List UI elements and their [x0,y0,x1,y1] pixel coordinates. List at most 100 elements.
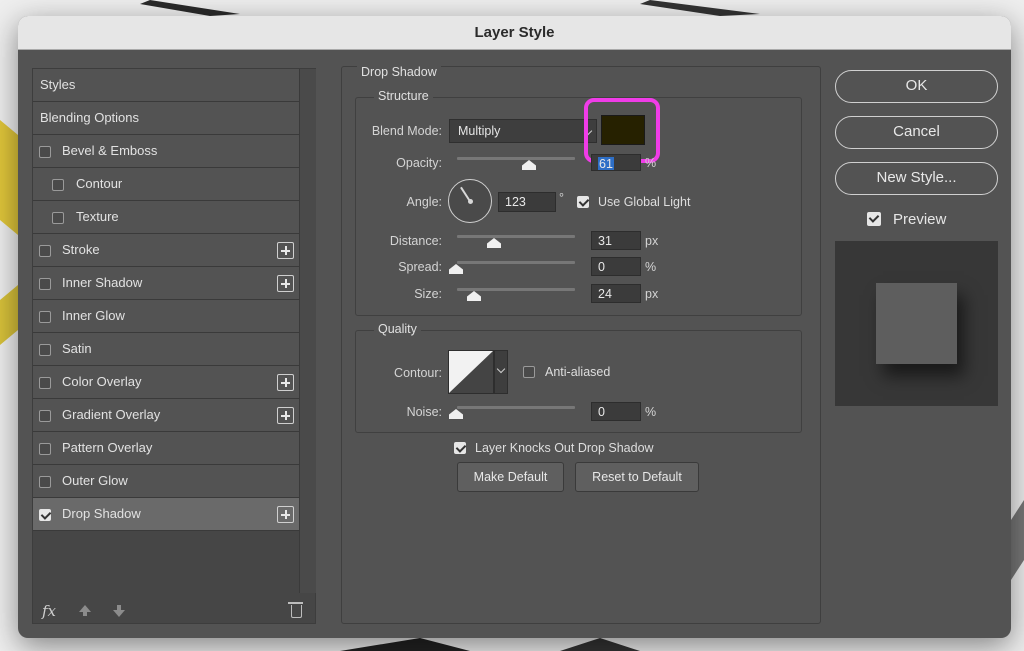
noise-label: Noise: [406,405,442,419]
contour-curve-icon [449,351,493,393]
angle-input[interactable]: 123 [498,192,556,212]
noise-input[interactable]: 0 [591,402,641,421]
style-item-color-overlay[interactable]: Color Overlay [33,366,299,399]
size-input[interactable]: 24 [591,284,641,303]
style-checkbox[interactable] [39,476,51,488]
style-checkbox[interactable] [52,179,64,191]
style-item-inner-glow[interactable]: Inner Glow [33,300,299,333]
distance-slider-track[interactable] [457,235,575,238]
structure-title: Structure [374,89,433,103]
noise-value: 0 [598,405,605,419]
style-item-label: Drop Shadow [62,506,141,521]
add-effect-icon[interactable] [277,506,294,523]
blend-mode-select[interactable]: Multiply [449,119,597,143]
add-effect-icon[interactable] [277,275,294,292]
fx-icon[interactable]: fx [42,602,56,620]
preview-checkbox[interactable] [867,212,881,226]
style-checkbox[interactable] [39,377,51,389]
opacity-label: Opacity: [396,156,442,170]
style-item-gradient-overlay[interactable]: Gradient Overlay [33,399,299,432]
angle-unit: ° [559,191,564,205]
layer-knocks-out-checkbox[interactable] [454,442,466,454]
style-item-label: Pattern Overlay [62,440,153,455]
blend-mode-value: Multiply [458,124,501,138]
use-global-light-checkbox[interactable] [577,196,589,208]
style-checkbox[interactable] [39,509,51,521]
add-effect-icon[interactable] [277,407,294,424]
make-default-button[interactable]: Make Default [457,462,564,492]
style-item-label: Satin [62,341,92,356]
style-checkbox[interactable] [39,311,51,323]
style-item-contour[interactable]: Contour [33,168,299,201]
styles-panel: Styles Blending Options Bevel & Emboss Cont… [32,68,316,624]
distance-input[interactable]: 31 [591,231,641,250]
style-item-outer-glow[interactable]: Outer Glow [33,465,299,498]
size-label: Size: [414,287,442,301]
size-value: 24 [598,287,612,301]
anti-aliased-label: Anti-aliased [545,365,611,379]
spread-unit: % [645,260,657,274]
opacity-input[interactable]: 61 [591,154,641,171]
style-item-label: Blending Options [40,110,140,125]
opacity-slider-track[interactable] [457,157,575,160]
spread-value: 0 [598,260,605,274]
styles-scrollbar[interactable] [299,69,316,593]
move-down-icon[interactable] [113,605,125,617]
use-global-light-label: Use Global Light [598,195,691,209]
reset-to-default-button[interactable]: Reset to Default [575,462,699,492]
noise-unit: % [645,405,657,419]
move-up-icon[interactable] [79,605,91,616]
preview-square [876,283,957,364]
style-item-blending-options[interactable]: Blending Options [33,102,299,135]
style-item-label: Contour [76,176,123,191]
style-item-inner-shadow[interactable]: Inner Shadow [33,267,299,300]
style-item-stroke[interactable]: Stroke [33,234,299,267]
style-checkbox[interactable] [39,344,51,356]
style-item-label: Texture [76,209,119,224]
layer-style-dialog: Layer Style Styles Blending Options Bevel … [18,16,1011,638]
style-item-label: Gradient Overlay [62,407,161,422]
spread-label: Spread: [398,260,442,274]
opacity-unit: % [645,156,657,170]
anti-aliased-checkbox[interactable] [523,366,535,378]
size-slider-track[interactable] [457,288,575,291]
distance-unit: px [645,234,659,248]
distance-value: 31 [598,234,612,248]
contour-dropdown[interactable] [494,350,508,394]
style-checkbox[interactable] [39,443,51,455]
styles-list: Styles Blending Options Bevel & Emboss Cont… [33,69,299,531]
style-checkbox[interactable] [52,212,64,224]
drop-shadow-panel: Drop Shadow Structure Blend Mode: Multip… [341,65,821,624]
style-item-label: Color Overlay [62,374,142,389]
noise-slider-track[interactable] [457,406,575,409]
style-item-label: Bevel & Emboss [62,143,158,158]
style-checkbox[interactable] [39,245,51,257]
style-item-label: Outer Glow [62,473,128,488]
style-item-drop-shadow[interactable]: Drop Shadow [33,498,299,531]
style-item-pattern-overlay[interactable]: Pattern Overlay [33,432,299,465]
dialog-title: Layer Style [18,16,1011,50]
style-checkbox[interactable] [39,278,51,290]
angle-dial-center [468,199,473,204]
ok-button[interactable]: OK [835,70,998,103]
add-effect-icon[interactable] [277,374,294,391]
angle-value: 123 [505,195,526,209]
angle-dial[interactable] [448,179,492,223]
add-effect-icon[interactable] [277,242,294,259]
contour-picker[interactable] [448,350,494,394]
style-item-styles[interactable]: Styles [33,69,299,102]
style-item-bevel-and-emboss[interactable]: Bevel & Emboss [33,135,299,168]
spread-slider-track[interactable] [457,261,575,264]
spread-input[interactable]: 0 [591,257,641,276]
angle-label: Angle: [406,195,442,209]
style-item-texture[interactable]: Texture [33,201,299,234]
size-unit: px [645,287,659,301]
layer-knocks-out-label: Layer Knocks Out Drop Shadow [475,441,654,455]
trash-icon[interactable] [288,602,303,618]
new-style-button[interactable]: New Style... [835,162,998,195]
style-item-label: Inner Glow [62,308,125,323]
style-item-satin[interactable]: Satin [33,333,299,366]
style-checkbox[interactable] [39,146,51,158]
cancel-button[interactable]: Cancel [835,116,998,149]
style-checkbox[interactable] [39,410,51,422]
